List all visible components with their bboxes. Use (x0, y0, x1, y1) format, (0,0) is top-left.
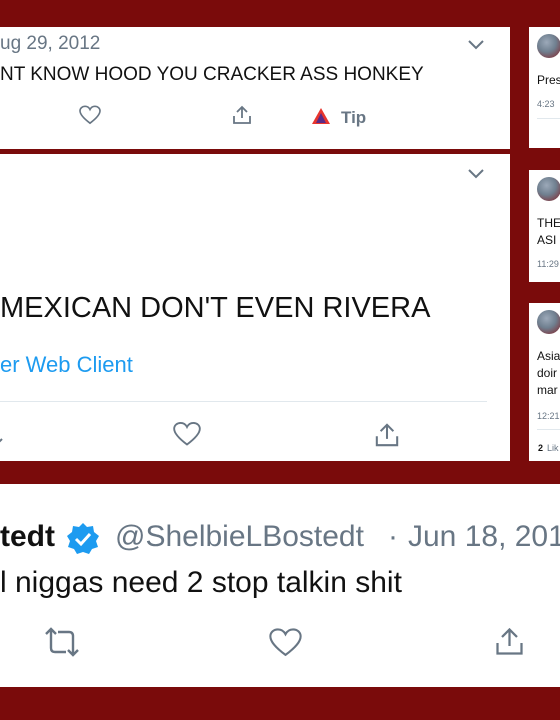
retweet-icon[interactable] (42, 626, 82, 658)
tweet-time: 12:21 (537, 411, 560, 421)
user-handle[interactable]: @ShelbieLBostedt (115, 520, 364, 554)
likes-label[interactable]: Lik (547, 443, 559, 453)
avatar[interactable] (537, 177, 560, 201)
share-icon[interactable] (231, 104, 253, 126)
tweet-card-top-left: ug 29, 2012 NT KNOW HOOD YOU CRACKER ASS… (0, 27, 510, 149)
tip-triangle-icon[interactable] (311, 107, 331, 125)
avatar[interactable] (537, 310, 560, 334)
tweet-date: ug 29, 2012 (0, 33, 101, 54)
tweet-card-right-1: Pres 4:23 (529, 27, 560, 148)
share-icon[interactable] (373, 421, 401, 449)
tweet-text-line: THE (537, 216, 560, 230)
divider (537, 429, 560, 430)
like-heart-icon[interactable] (79, 105, 101, 125)
tweet-text-line: ASI (537, 233, 557, 247)
tweet-source-link[interactable]: er Web Client (0, 352, 133, 378)
chevron-down-icon[interactable] (467, 39, 485, 51)
tweet-time: 4:23 (537, 99, 555, 109)
verified-badge-icon (66, 522, 100, 556)
tweet-text: Pres (537, 73, 560, 87)
reply-icon[interactable] (0, 421, 8, 449)
tweet-card-right-2: THE ASI 11:29 (529, 170, 560, 282)
tweet-text-line: mar (537, 383, 558, 397)
tweet-card-middle-left: MEXICAN DON'T EVEN RIVERA er Web Client (0, 154, 510, 461)
tweet-text: MEXICAN DON'T EVEN RIVERA (0, 292, 431, 324)
tweet-text: l niggas need 2 stop talkin shit (0, 566, 402, 599)
display-name[interactable]: tedt (0, 520, 55, 554)
separator-dot: · (388, 520, 398, 553)
avatar[interactable] (537, 34, 560, 58)
tweet-card-bottom: tedt @ShelbieLBostedt · Jun 18, 201 l ni… (0, 484, 560, 687)
like-heart-icon[interactable] (173, 421, 201, 447)
tip-button[interactable]: Tip (341, 108, 366, 128)
divider (0, 401, 487, 402)
tweet-text-line: Asia (537, 349, 560, 363)
like-heart-icon[interactable] (269, 627, 302, 658)
share-icon[interactable] (493, 625, 526, 658)
tweet-date[interactable]: Jun 18, 201 (408, 520, 560, 554)
tweet-text: NT KNOW HOOD YOU CRACKER ASS HONKEY (0, 64, 424, 85)
tweet-card-right-3: Asia doir mar 12:21 2 Lik (529, 303, 560, 461)
likes-count: 2 (538, 443, 544, 453)
tweet-time: 11:29 (537, 259, 559, 269)
divider (537, 118, 560, 119)
chevron-down-icon[interactable] (467, 168, 485, 180)
tweet-text-line: doir (537, 366, 558, 380)
